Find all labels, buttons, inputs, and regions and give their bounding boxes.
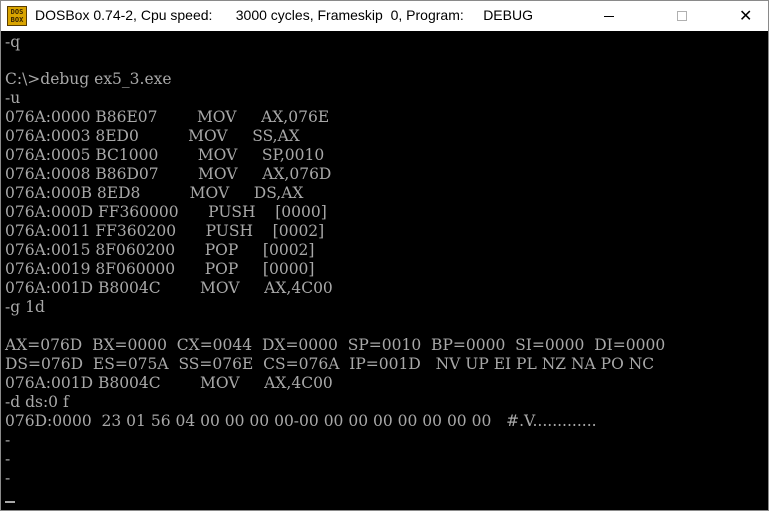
minimize-button[interactable] (586, 1, 632, 31)
console-line: 076A:000D FF360000 PUSH [0000] (5, 203, 327, 221)
console-line: -d ds:0 f (5, 393, 69, 411)
maximize-button[interactable] (659, 1, 705, 31)
title-bar[interactable]: DOS BOX DOSBox 0.74-2, Cpu speed: 3000 c… (1, 1, 768, 31)
console-line: 076A:0019 8F060000 POP [0000] (5, 260, 315, 278)
close-icon: ✕ (739, 6, 753, 25)
console-line: 076A:0015 8F060200 POP [0002] (5, 241, 315, 259)
console-line: 076A:001D B8004C MOV AX,4C00 (5, 374, 333, 392)
console-line: AX=076D BX=0000 CX=0044 DX=0000 SP=0010 … (5, 336, 666, 354)
console-line: 076A:0008 B86D07 MOV AX,076D (5, 165, 332, 183)
console-line: - (5, 431, 11, 449)
console-line: 076A:0005 BC1000 MOV SP,0010 (5, 146, 325, 164)
console-line: -g 1d (5, 298, 45, 316)
maximize-icon (677, 11, 687, 21)
window-title: DOSBox 0.74-2, Cpu speed: 3000 cycles, F… (35, 7, 533, 23)
console-line: -u (5, 89, 21, 107)
close-button[interactable]: ✕ (722, 1, 768, 31)
console-line: 076A:0000 B86E07 MOV AX,076E (5, 108, 330, 126)
console-line: -q (5, 33, 21, 51)
console-line: C:\>debug ex5_3.exe (5, 70, 172, 88)
console-line: 076A:000B 8ED8 MOV DS,AX (5, 184, 304, 202)
console-line: 076A:0003 8ED0 MOV SS,AX (5, 127, 300, 145)
dosbox-app-icon[interactable]: DOS BOX (7, 6, 27, 26)
dosbox-window: DOS BOX DOSBox 0.74-2, Cpu speed: 3000 c… (0, 0, 769, 511)
text-cursor (5, 501, 15, 503)
console-line: DS=076D ES=075A SS=076E CS=076A IP=001D … (5, 355, 655, 373)
console-line: - (5, 450, 11, 468)
console-line: 076A:001D B8004C MOV AX,4C00 (5, 279, 333, 297)
minimize-icon (604, 16, 614, 17)
console-line: 076D:0000 23 01 56 04 00 00 00 00-00 00 … (5, 412, 597, 430)
console-line: - (5, 469, 11, 487)
dos-console[interactable]: -q C:\>debug ex5_3.exe -u 076A:0000 B86E… (1, 31, 768, 510)
console-line: 076A:0011 FF360200 PUSH [0002] (5, 222, 325, 240)
